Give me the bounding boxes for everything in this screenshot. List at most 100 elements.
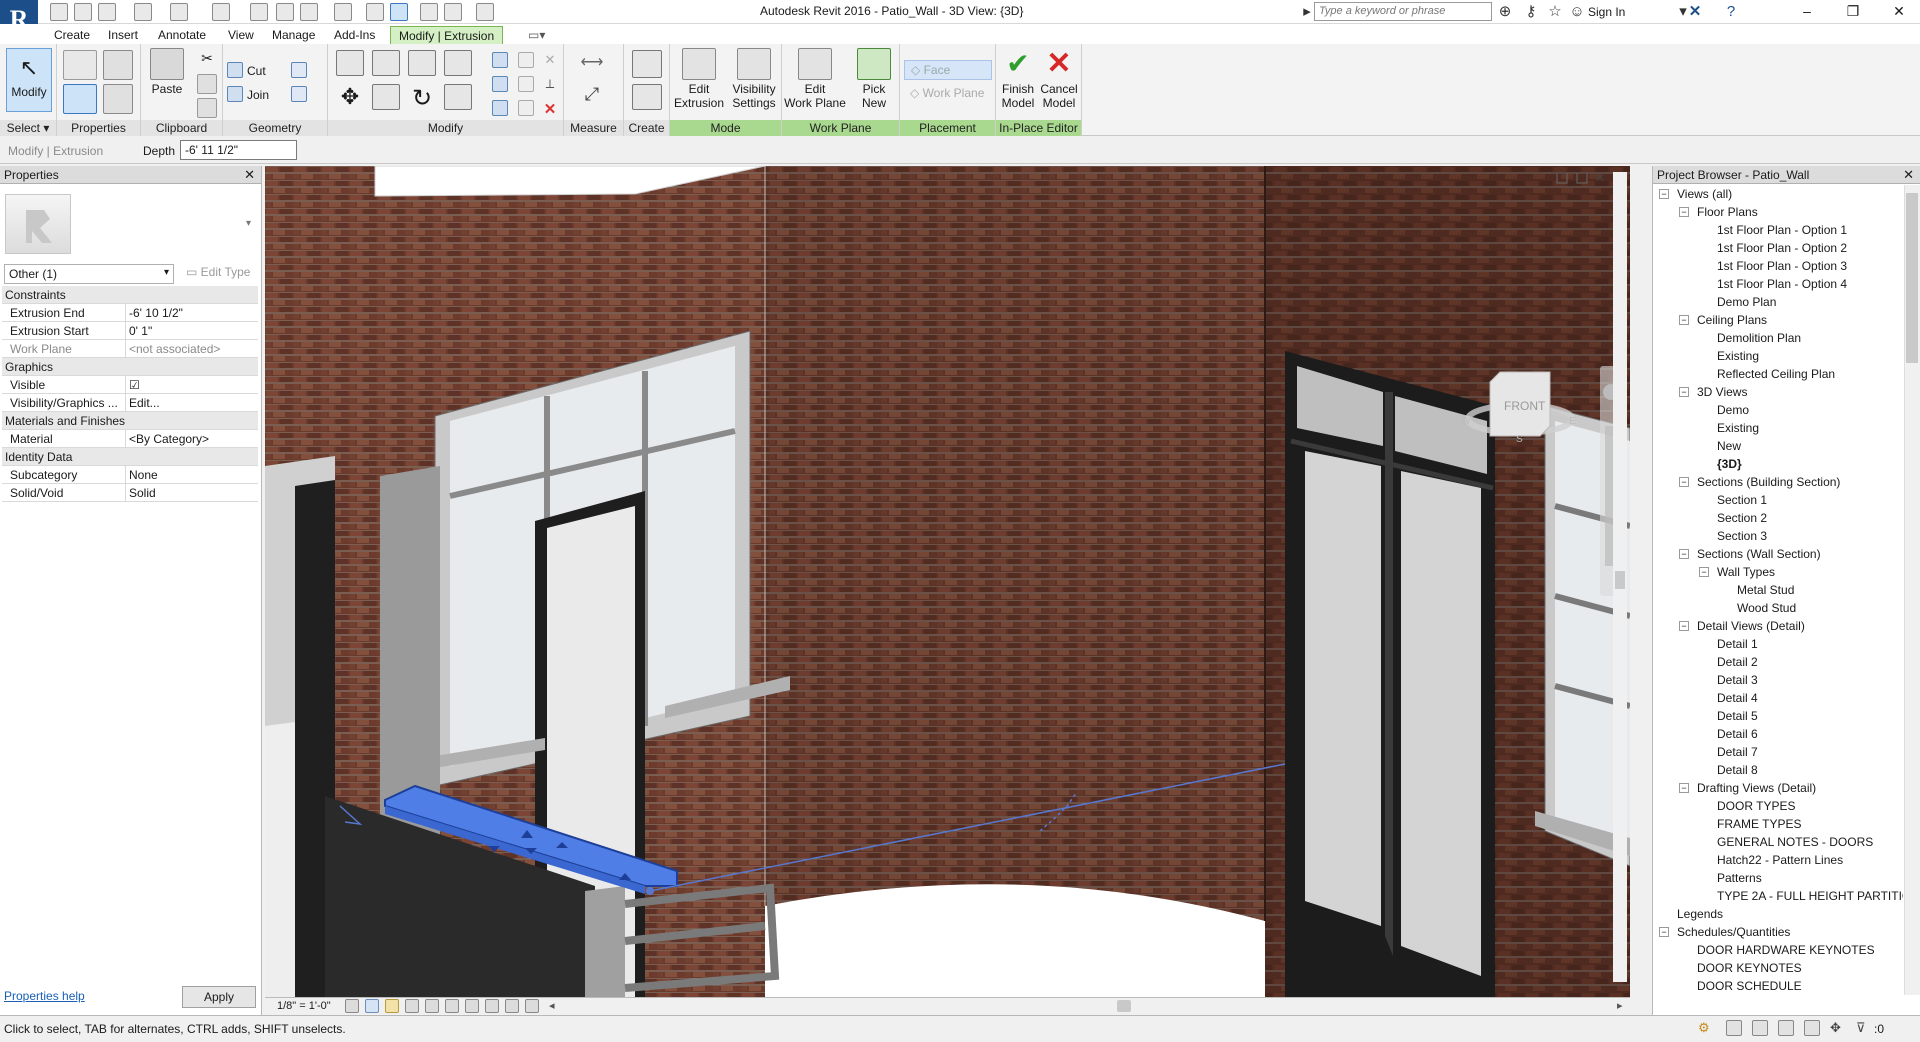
browser-tree-item[interactable]: Detail 8 — [1653, 761, 1903, 779]
thin-lines-icon[interactable] — [390, 3, 408, 21]
customize-qat-icon[interactable] — [476, 3, 494, 21]
tab-create[interactable]: Create — [46, 26, 98, 44]
save-icon[interactable] — [74, 3, 92, 21]
browser-tree-item[interactable]: −3D Views — [1653, 383, 1903, 401]
sync-icon[interactable] — [98, 3, 116, 21]
browser-tree-item[interactable]: Demolition Plan — [1653, 329, 1903, 347]
properties-help-link[interactable]: Properties help — [4, 989, 85, 1003]
measure-icon[interactable] — [212, 3, 230, 21]
family-category-icon[interactable] — [103, 50, 133, 80]
browser-tree-item[interactable]: Section 1 — [1653, 491, 1903, 509]
property-group-header[interactable]: Graphics — [2, 358, 258, 376]
join-geometry-icon[interactable] — [227, 86, 243, 102]
browser-tree-item[interactable]: Demo — [1653, 401, 1903, 419]
search-input[interactable]: Type a keyword or phrase — [1314, 2, 1492, 21]
type-selector[interactable]: Other (1) ▾ — [4, 264, 174, 284]
browser-tree-item[interactable]: DOOR KEYNOTES — [1653, 959, 1903, 977]
tree-toggle-icon[interactable]: − — [1699, 567, 1709, 577]
tree-toggle-icon[interactable]: − — [1679, 477, 1689, 487]
rotate-icon[interactable]: ↻ — [408, 84, 436, 112]
browser-tree-item[interactable]: DOOR TYPES — [1653, 797, 1903, 815]
crop-view-icon[interactable] — [425, 999, 439, 1013]
property-value[interactable]: <not associated> — [126, 340, 258, 357]
browser-tree-item[interactable]: 1st Floor Plan - Option 1 — [1653, 221, 1903, 239]
property-row[interactable]: Extrusion Start 0' 1" — [2, 322, 258, 340]
sun-path-icon[interactable] — [385, 999, 399, 1013]
close-icon[interactable]: ✕ — [244, 167, 255, 183]
browser-tree-item[interactable]: Reflected Ceiling Plan — [1653, 365, 1903, 383]
delete-icon[interactable]: ✕ — [542, 100, 558, 118]
tree-toggle-icon[interactable]: − — [1679, 207, 1689, 217]
modify-button[interactable]: ↖ Modify — [6, 48, 52, 112]
property-value[interactable]: Edit... — [126, 394, 258, 411]
edit-extrusion-button[interactable]: Edit Extrusion — [672, 48, 726, 110]
trim-extend-icon[interactable] — [444, 84, 472, 110]
browser-tree-item[interactable]: Legends — [1653, 905, 1903, 923]
close-icon[interactable]: ✕ — [1903, 167, 1914, 183]
select-links-icon[interactable] — [1726, 1020, 1742, 1036]
exchange-apps-icon[interactable]: ✕ — [1686, 3, 1704, 21]
browser-tree-item[interactable]: Hatch22 - Pattern Lines — [1653, 851, 1903, 869]
binoculars-icon[interactable]: ⊕ — [1496, 3, 1514, 21]
array-icon[interactable] — [492, 76, 508, 92]
measure-along-icon[interactable]: ⤢ — [572, 84, 612, 110]
analytical-model-icon[interactable] — [525, 999, 539, 1013]
browser-tree-item[interactable]: − Schedules/Quantities — [1653, 923, 1903, 941]
show-crop-region-icon[interactable] — [445, 999, 459, 1013]
mirror-axis-icon[interactable] — [408, 50, 436, 76]
cut-scissors-icon[interactable]: ✂ — [197, 50, 217, 70]
restore-icon[interactable]: ❐ — [1830, 0, 1876, 24]
3d-view-icon[interactable] — [334, 3, 352, 21]
scroll-right-icon[interactable]: ▸ — [1617, 999, 1631, 1013]
browser-tree-item[interactable]: Existing — [1653, 347, 1903, 365]
filter-icon[interactable]: ⊽ — [1856, 1020, 1872, 1036]
property-row[interactable]: Work Plane <not associated> — [2, 340, 258, 358]
3d-model-scene[interactable]: ✕ FRONT W E S — [265, 166, 1630, 997]
browser-tree-item[interactable]: Existing — [1653, 419, 1903, 437]
browser-tree-item[interactable]: 1st Floor Plan - Option 4 — [1653, 275, 1903, 293]
tree-toggle-icon[interactable]: − — [1659, 927, 1669, 937]
worksharing-icon[interactable]: ⚙ — [1698, 1020, 1714, 1036]
copy-icon[interactable] — [197, 74, 217, 94]
pick-new-button[interactable]: Pick New — [852, 48, 896, 110]
browser-tree-item[interactable]: Detail 7 — [1653, 743, 1903, 761]
scale-icon[interactable] — [492, 100, 508, 116]
mirror-draw-icon[interactable] — [444, 50, 472, 76]
property-row[interactable]: Visibility/Graphics ... Edit... — [2, 394, 258, 412]
browser-tree-item[interactable]: 1st Floor Plan - Option 2 — [1653, 239, 1903, 257]
tab-view[interactable]: View — [220, 26, 262, 44]
ribbon-minimize-icon[interactable]: ▭▾ — [520, 26, 553, 44]
wall-joins-icon[interactable] — [291, 62, 307, 78]
view-close-icon[interactable]: ✕ — [1595, 171, 1605, 185]
temporary-hide-icon[interactable] — [485, 999, 499, 1013]
section-icon[interactable] — [366, 3, 384, 21]
tree-toggle-icon[interactable]: − — [1679, 621, 1689, 631]
tab-insert[interactable]: Insert — [100, 26, 146, 44]
depth-input[interactable]: -6' 11 1/2" — [180, 140, 297, 160]
switch-windows-icon[interactable] — [444, 3, 462, 21]
browser-tree-item[interactable]: Detail 2 — [1653, 653, 1903, 671]
shadows-icon[interactable] — [405, 999, 419, 1013]
door-right[interactable] — [1285, 351, 1495, 997]
visibility-settings-button[interactable]: Visibility Settings — [726, 48, 782, 110]
measure-between-icon[interactable]: ⟷ — [572, 52, 612, 74]
browser-tree-item[interactable]: Detail 1 — [1653, 635, 1903, 653]
browser-tree-item[interactable]: − Drafting Views (Detail) — [1653, 779, 1903, 797]
browser-tree-item[interactable]: − Ceiling Plans — [1653, 311, 1903, 329]
browser-scroll-thumb[interactable] — [1906, 193, 1918, 363]
finish-model-button[interactable]: ✔ Finish Model — [998, 48, 1038, 110]
horizontal-scroll-thumb[interactable] — [1117, 1000, 1131, 1012]
browser-tree-item[interactable]: Demo Plan — [1653, 293, 1903, 311]
browser-tree-item[interactable]: FRAME TYPES — [1653, 815, 1903, 833]
move-icon[interactable]: ✥ — [336, 84, 364, 110]
tree-toggle-icon[interactable]: − — [1679, 387, 1689, 397]
browser-tree-item[interactable]: − Sections (Wall Section) — [1653, 545, 1903, 563]
lock-3d-view-icon[interactable] — [465, 999, 479, 1013]
aligned-dimension-icon[interactable] — [250, 3, 268, 21]
offset-icon[interactable] — [372, 50, 400, 76]
cut-geometry-icon[interactable] — [227, 62, 243, 78]
browser-tree-item[interactable]: DOOR SCHEDULE — [1653, 977, 1903, 995]
cut-geometry-label[interactable]: Cut — [247, 64, 266, 78]
property-value[interactable]: 0' 1" — [126, 322, 258, 339]
browser-tree-item[interactable]: − Wall Types — [1653, 563, 1903, 581]
